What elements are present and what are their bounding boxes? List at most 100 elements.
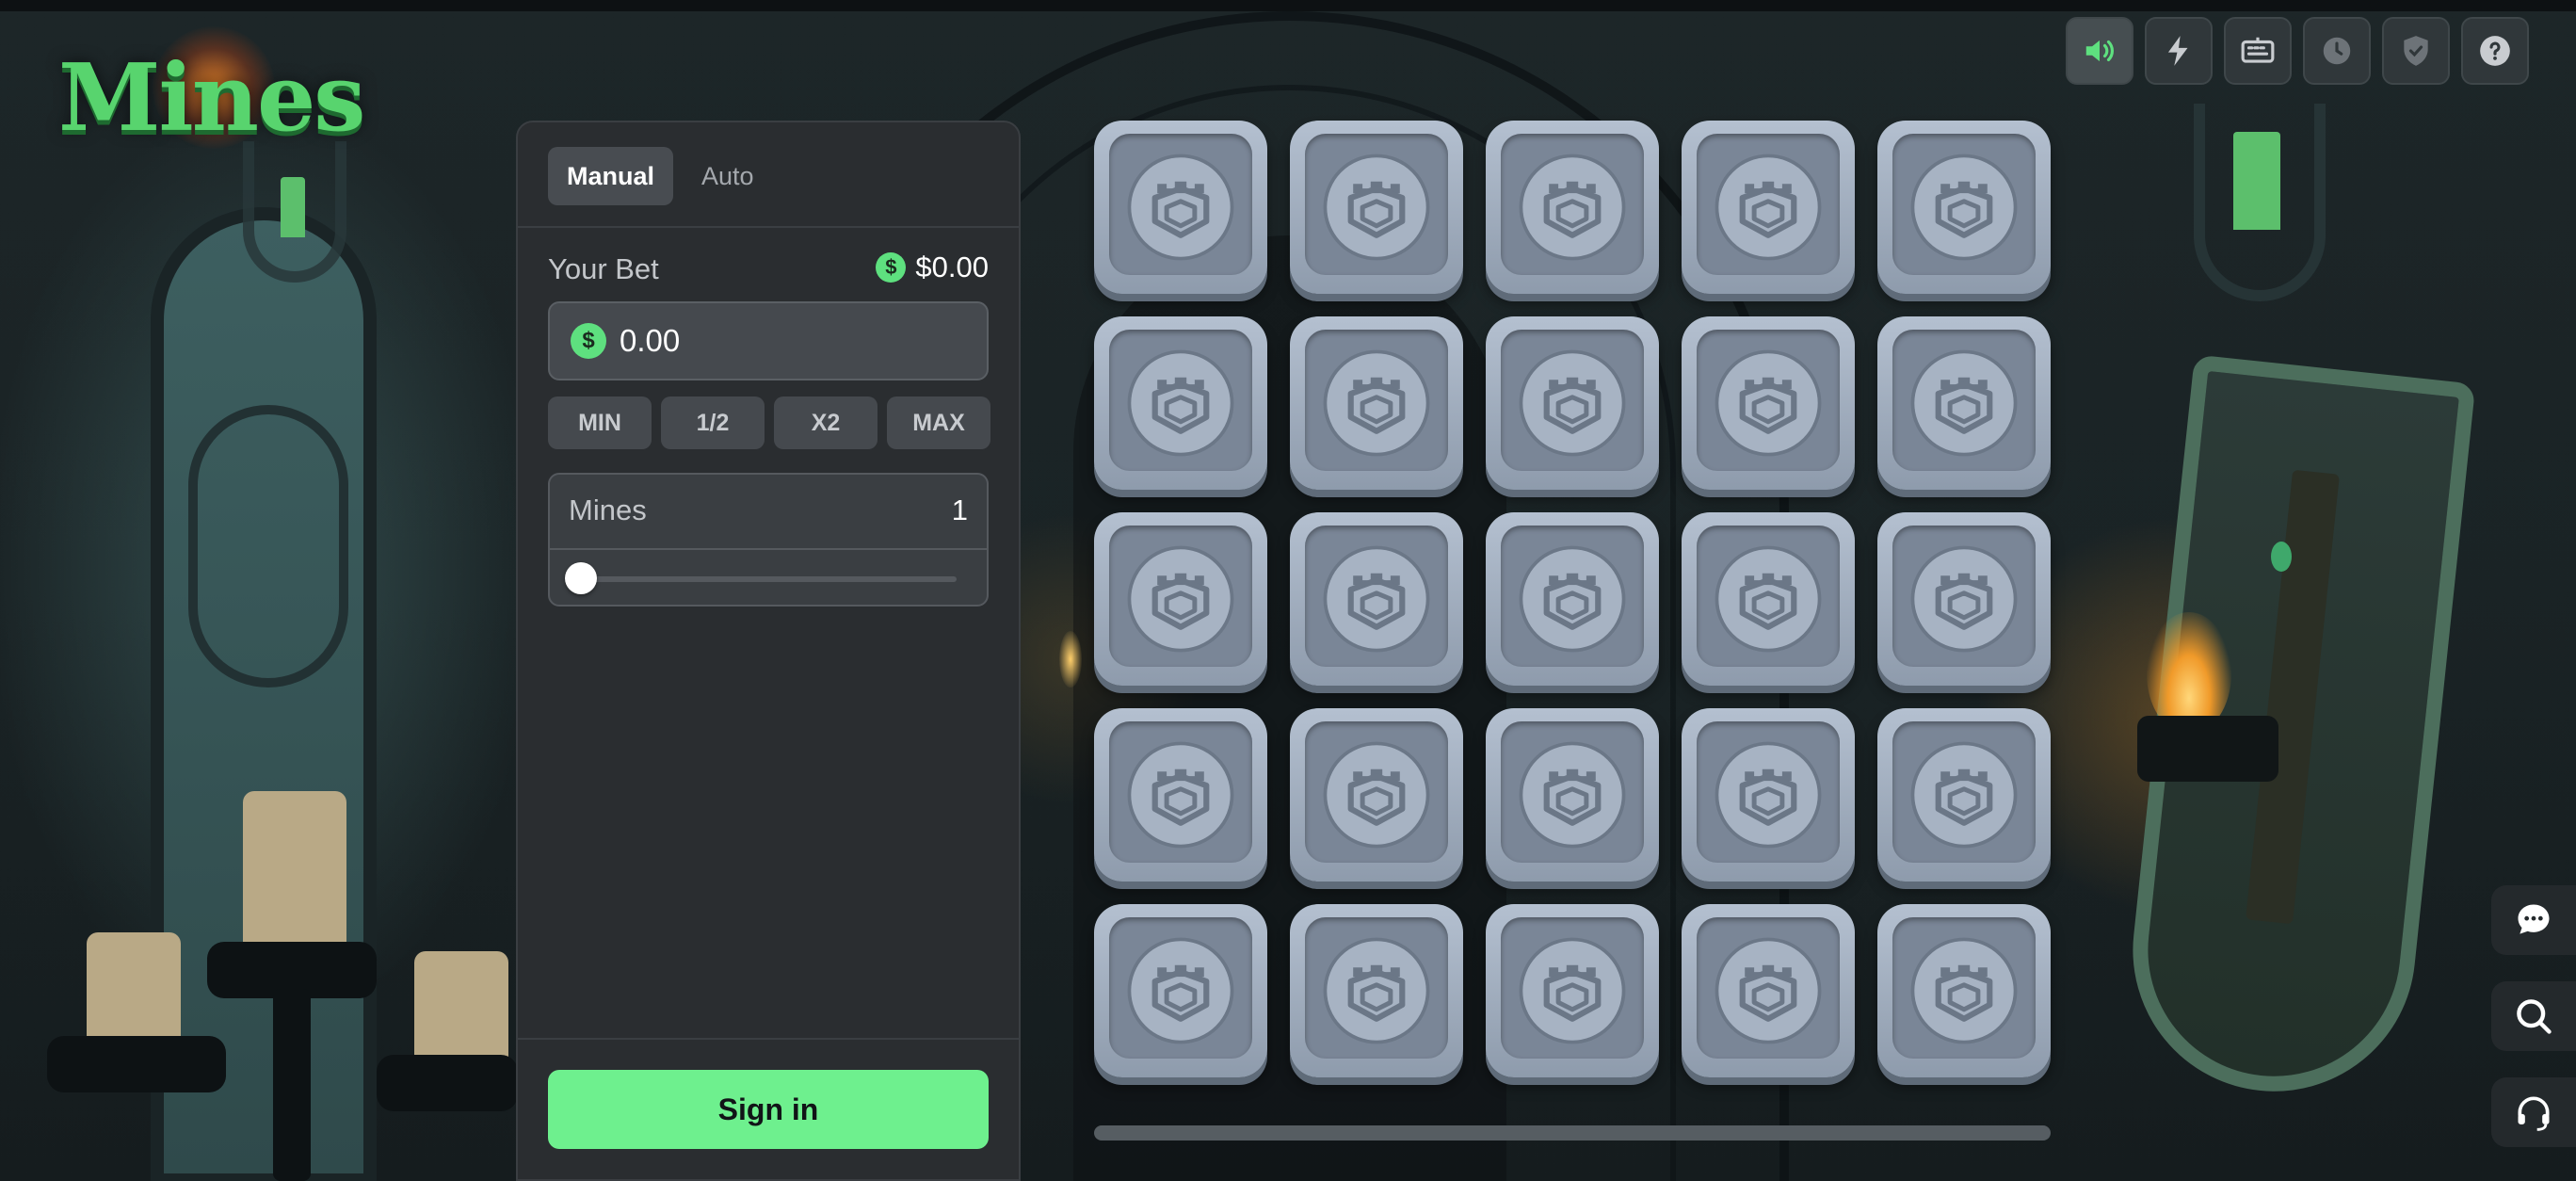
tab-manual[interactable]: Manual <box>548 147 674 205</box>
history-button[interactable] <box>2303 17 2371 85</box>
grid-tile[interactable] <box>1486 316 1659 490</box>
grid-tile[interactable] <box>1682 512 1855 686</box>
grid-tile[interactable] <box>1682 316 1855 490</box>
grid-tile[interactable] <box>1486 512 1659 686</box>
top-controls <box>2066 17 2529 87</box>
side-controls <box>2491 885 2576 1147</box>
grid-tile[interactable] <box>1682 708 1855 882</box>
grid-tile[interactable] <box>1486 904 1659 1077</box>
mines-slider-thumb[interactable] <box>565 562 597 594</box>
tower-shield-icon <box>1519 349 1626 457</box>
bet-amount-field[interactable]: $ <box>548 301 989 380</box>
tower-shield-icon <box>1910 937 2018 1044</box>
divider <box>550 548 987 550</box>
mines-count: 1 <box>951 493 968 526</box>
tower-shield-icon <box>1323 937 1430 1044</box>
background-candle <box>87 932 181 1045</box>
turbo-button[interactable] <box>2145 17 2213 85</box>
tower-shield-icon <box>1519 154 1626 261</box>
support-button[interactable] <box>2491 1077 2576 1147</box>
sound-icon <box>2085 40 2114 62</box>
hotkeys-button[interactable] <box>2224 17 2292 85</box>
grid-tile[interactable] <box>1877 512 2051 686</box>
background-candle-flame <box>1059 631 1082 688</box>
tower-shield-icon <box>1127 154 1234 261</box>
grid-tile[interactable] <box>1290 904 1463 1077</box>
tower-shield-icon <box>1910 154 2018 261</box>
grid-tile[interactable] <box>1094 512 1267 686</box>
background-torch-bracket <box>2137 716 2278 782</box>
lightning-icon <box>2167 36 2188 66</box>
mines-grid <box>1094 121 2051 1077</box>
grid-tile[interactable] <box>1094 316 1267 490</box>
search-button[interactable] <box>2491 981 2576 1051</box>
background-candle-stand <box>273 989 311 1181</box>
grid-tile[interactable] <box>1877 708 2051 882</box>
provably-fair-button[interactable] <box>2382 17 2450 85</box>
grid-tile[interactable] <box>1486 121 1659 294</box>
dollar-coin-icon: $ <box>571 323 606 359</box>
divider <box>518 226 1019 228</box>
mines-label: Mines <box>569 493 647 526</box>
tab-auto[interactable]: Auto <box>683 147 773 205</box>
grid-tile[interactable] <box>1290 708 1463 882</box>
chat-button[interactable] <box>2491 885 2576 955</box>
background-candle <box>414 951 508 1064</box>
grid-tile[interactable] <box>1877 316 2051 490</box>
grid-tile[interactable] <box>1486 708 1659 882</box>
background-window <box>151 207 377 1181</box>
grid-tile[interactable] <box>1094 904 1267 1077</box>
tower-shield-icon <box>1127 937 1234 1044</box>
sound-button[interactable] <box>2066 17 2133 85</box>
keyboard-icon <box>2241 37 2275 63</box>
logo-text: Mines <box>58 44 365 153</box>
help-button[interactable] <box>2461 17 2529 85</box>
tower-shield-icon <box>1715 349 1822 457</box>
tower-shield-icon <box>1519 545 1626 653</box>
grid-tile[interactable] <box>1682 904 1855 1077</box>
tower-shield-icon <box>1127 741 1234 849</box>
mines-selector: Mines 1 <box>548 473 989 607</box>
background-window-ring <box>188 405 348 688</box>
tower-shield-icon <box>1323 741 1430 849</box>
tower-shield-icon <box>1127 545 1234 653</box>
grid-tile[interactable] <box>1094 708 1267 882</box>
mines-slider-track[interactable] <box>582 576 957 582</box>
bet-panel: Manual Auto Your Bet $ $0.00 $ MIN 1/2 X… <box>516 121 1021 1181</box>
sign-in-button[interactable]: Sign in <box>548 1070 989 1149</box>
background-gem <box>2271 542 2292 572</box>
grid-tile[interactable] <box>1682 121 1855 294</box>
tower-shield-icon <box>1323 349 1430 457</box>
search-icon <box>2517 999 2552 1034</box>
bet-quick-buttons: MIN 1/2 X2 MAX <box>548 396 990 449</box>
background-candle-holder <box>377 1055 518 1111</box>
bet-label: Your Bet <box>548 252 659 285</box>
grid-tile[interactable] <box>1290 512 1463 686</box>
grid-tile[interactable] <box>1290 121 1463 294</box>
max-bet-button[interactable]: MAX <box>887 396 990 449</box>
background-candle-holder <box>47 1036 226 1092</box>
tower-shield-icon <box>1910 545 2018 653</box>
provably-fair-shield-icon <box>2404 36 2428 66</box>
tower-shield-icon <box>1715 545 1822 653</box>
tower-shield-icon <box>1910 349 2018 457</box>
tower-shield-icon <box>1323 545 1430 653</box>
chat-icon <box>2518 904 2550 934</box>
grid-tile[interactable] <box>1094 121 1267 294</box>
tower-shield-icon <box>1715 154 1822 261</box>
bet-amount-input[interactable] <box>620 323 977 359</box>
grid-tile[interactable] <box>1877 121 2051 294</box>
grid-tile[interactable] <box>1290 316 1463 490</box>
tower-shield-icon <box>1323 154 1430 261</box>
mode-tabs: Manual Auto <box>548 147 773 205</box>
background-banner-right <box>2233 132 2280 230</box>
double-bet-button[interactable]: X2 <box>774 396 877 449</box>
dollar-coin-icon: $ <box>876 252 907 283</box>
top-strip <box>0 0 2576 11</box>
half-bet-button[interactable]: 1/2 <box>661 396 765 449</box>
background-banner-left <box>281 177 305 237</box>
min-bet-button[interactable]: MIN <box>548 396 652 449</box>
tower-shield-icon <box>1519 741 1626 849</box>
progress-bar <box>1094 1125 2051 1141</box>
grid-tile[interactable] <box>1877 904 2051 1077</box>
